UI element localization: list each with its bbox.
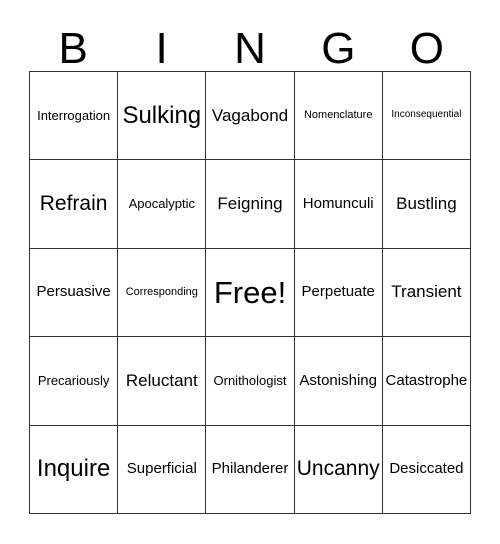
bingo-cell-label: Superficial — [126, 460, 197, 478]
bingo-cell[interactable]: Superficial — [118, 425, 207, 515]
bingo-cell-label: Interrogation — [37, 107, 111, 123]
bingo-cell-label: Persuasive — [36, 283, 111, 301]
bingo-cell[interactable]: Apocalyptic — [118, 160, 207, 249]
bingo-cell-label: Philanderer — [211, 460, 289, 478]
bingo-cell-label: Apocalyptic — [128, 196, 196, 212]
bingo-cell[interactable]: Refrain — [30, 160, 119, 249]
bingo-cell[interactable]: Homunculi — [294, 160, 383, 249]
bingo-cell-label: Astonishing — [299, 371, 377, 389]
bingo-cell[interactable]: Inquire — [30, 425, 119, 515]
bingo-cell-label: Desiccated — [389, 460, 464, 478]
bingo-cell-label: Reluctant — [125, 370, 198, 390]
bingo-header: B I N G O — [29, 14, 471, 71]
bingo-cell[interactable]: Persuasive — [30, 248, 119, 338]
bingo-cell[interactable]: Philanderer — [206, 425, 295, 515]
bingo-cell[interactable]: Precariously — [30, 337, 119, 426]
bingo-cell-label: Transient — [391, 282, 462, 302]
bingo-cell-label: Homunculi — [302, 195, 374, 213]
bingo-row: Precariously Reluctant Ornithologist Ast… — [30, 337, 472, 426]
bingo-row: Inquire Superficial Philanderer Uncanny … — [30, 425, 472, 515]
bingo-cell[interactable]: Corresponding — [118, 248, 207, 338]
bingo-cell[interactable]: Ornithologist — [206, 337, 295, 426]
header-letter-g: G — [321, 24, 356, 73]
bingo-cell[interactable]: Vagabond — [206, 72, 295, 161]
bingo-cell-label: Vagabond — [211, 105, 289, 125]
header-letter-n: N — [234, 24, 266, 73]
bingo-grid: Interrogation Sulking Vagabond Nomenclat… — [29, 71, 472, 515]
bingo-cell[interactable]: Catastrophe — [382, 337, 472, 426]
bingo-cell[interactable]: Sulking — [118, 72, 207, 161]
bingo-cell[interactable]: Uncanny — [294, 425, 383, 515]
bingo-cell[interactable]: Bustling — [382, 160, 472, 249]
bingo-cell[interactable]: Astonishing — [294, 337, 383, 426]
header-letter-o: O — [409, 24, 444, 73]
bingo-row: Refrain Apocalyptic Feigning Homunculi B… — [30, 160, 472, 249]
header-letter-b: B — [58, 24, 88, 73]
bingo-cell-label: Inquire — [36, 455, 111, 483]
bingo-cell-label: Refrain — [39, 191, 108, 215]
bingo-cell-label: Corresponding — [125, 285, 198, 298]
bingo-cell-label: Uncanny — [296, 456, 380, 480]
bingo-cell[interactable]: Perpetuate — [294, 248, 383, 338]
bingo-cell[interactable]: Transient — [382, 248, 472, 338]
bingo-cell-label: Precariously — [37, 372, 110, 388]
bingo-cell-label: Catastrophe — [385, 371, 468, 389]
bingo-cell-label: Inconsequential — [391, 109, 462, 121]
bingo-cell[interactable]: Interrogation — [30, 72, 119, 161]
bingo-cell-label: Perpetuate — [301, 283, 375, 301]
bingo-cell[interactable]: Feigning — [206, 160, 295, 249]
header-letter-i: I — [155, 24, 168, 73]
bingo-cell-label: Nomenclature — [303, 108, 373, 121]
bingo-cell-label: Sulking — [122, 101, 202, 129]
bingo-row: Persuasive Corresponding Free! Perpetuat… — [30, 248, 472, 338]
bingo-cell-label: Bustling — [396, 193, 457, 213]
bingo-cell[interactable]: Inconsequential — [382, 72, 472, 161]
bingo-cell[interactable]: Reluctant — [118, 337, 207, 426]
bingo-cell[interactable]: Nomenclature — [294, 72, 383, 161]
bingo-cell-label: Feigning — [217, 193, 283, 213]
bingo-cell[interactable]: Desiccated — [382, 425, 472, 515]
bingo-card: B I N G O Interrogation Sulking Vagabond… — [29, 14, 472, 515]
bingo-cell-label: Ornithologist — [213, 372, 287, 388]
bingo-free-space[interactable]: Free! — [206, 248, 295, 338]
bingo-free-space-label: Free! — [213, 274, 287, 310]
bingo-row: Interrogation Sulking Vagabond Nomenclat… — [30, 72, 472, 161]
